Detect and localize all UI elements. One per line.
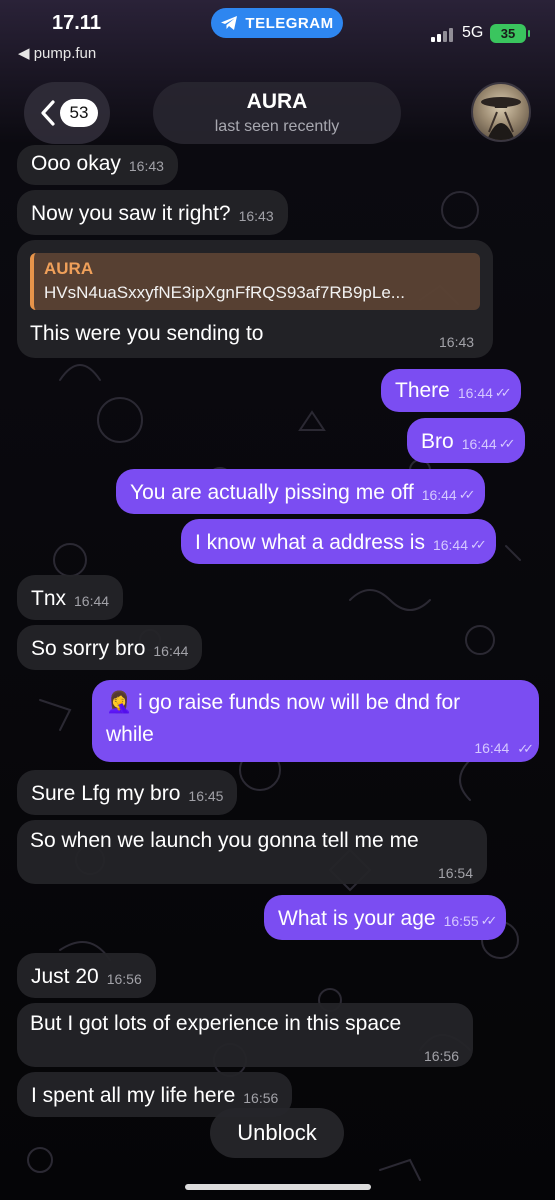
chat-title[interactable]: AURA last seen recently (153, 82, 401, 144)
message-bubble-outgoing[interactable]: Bro 16:44 ✓✓ (407, 418, 525, 463)
battery-level: 35 (500, 26, 516, 41)
message-time: 16:44 (153, 643, 189, 659)
message-text: Now you saw it right? (31, 202, 231, 225)
message-bubble-outgoing[interactable]: 🤦‍♀️ i go raise funds now will be dnd fo… (92, 680, 539, 762)
unread-count-badge: 53 (60, 99, 98, 127)
double-check-icon: ✓✓ (517, 741, 534, 756)
message-text: I spent all my life here (31, 1084, 236, 1107)
unblock-button[interactable]: Unblock (210, 1108, 344, 1158)
back-button[interactable]: 53 (24, 82, 110, 144)
message-time: 16:44 (432, 537, 468, 553)
message-time: 16:44 (457, 385, 493, 401)
samurai-avatar-image (481, 97, 521, 140)
message-time: 16:43 (238, 208, 274, 224)
message-text: But I got lots of experience in this spa… (30, 1012, 402, 1035)
message-bubble-outgoing[interactable]: I know what a address is 16:44 ✓✓ (181, 519, 496, 564)
contact-name: AURA (246, 90, 308, 113)
telegram-pill[interactable]: TELEGRAM (211, 8, 343, 38)
facepalm-emoji: 🤦‍♀️ (106, 691, 133, 714)
message-text: So sorry bro (31, 637, 146, 660)
reply-quote-author: AURA (44, 259, 94, 278)
message-bubble-incoming[interactable]: Ooo okay 16:43 (17, 145, 178, 185)
contact-avatar[interactable] (471, 82, 531, 142)
contact-status: last seen recently (214, 118, 340, 135)
double-check-icon: ✓✓ (458, 487, 476, 502)
battery-icon: 35 (490, 24, 530, 43)
message-text: Bro (421, 430, 454, 453)
message-text-line2: while (106, 723, 154, 746)
message-time: 16:44 (461, 436, 497, 452)
message-time: 16:43 (128, 158, 164, 174)
message-bubble-outgoing[interactable]: You are actually pissing me off 16:44 ✓✓ (116, 469, 485, 514)
double-check-icon: ✓✓ (494, 385, 512, 400)
message-bubble-incoming[interactable]: So when we launch you gonna tell me me 1… (17, 820, 487, 884)
message-text: What is your age (278, 907, 436, 930)
double-check-icon: ✓✓ (498, 436, 516, 451)
message-time: 16:43 (439, 334, 475, 350)
message-time: 16:55 (443, 913, 479, 929)
telegram-pill-label: TELEGRAM (245, 14, 334, 32)
message-text: You are actually pissing me off (130, 481, 414, 504)
message-bubble-incoming[interactable]: So sorry bro 16:44 (17, 625, 203, 670)
chevron-left-icon (41, 100, 55, 126)
message-time: 16:44 (421, 487, 457, 503)
message-bubble-outgoing[interactable]: There 16:44 ✓✓ (381, 369, 521, 412)
message-bubble-incoming[interactable]: Sure Lfg my bro 16:45 (17, 770, 238, 815)
message-text: So when we launch you gonna tell me me (30, 829, 419, 852)
telegram-icon (221, 16, 238, 30)
message-text: Tnx (31, 587, 67, 610)
message-text: Sure Lfg my bro (31, 782, 181, 805)
message-text: Ooo okay (31, 152, 121, 175)
back-to-app-link[interactable]: ◀ pump.fun (18, 44, 96, 62)
message-text: There (395, 379, 450, 402)
status-bar: 17.11 ◀ pump.fun TELEGRAM 5G 35 (0, 0, 555, 66)
double-check-icon: ✓✓ (480, 913, 498, 928)
reply-quote[interactable]: AURA HVsN4uaSxxyfNE3ipXgnFfRQS93af7RB9pL… (30, 253, 480, 310)
message-time: 16:44 (474, 740, 510, 756)
message-time: 16:54 (437, 865, 473, 881)
reply-quote-text: HVsN4uaSxxyfNE3ipXgnFfRQS93af7RB9pLe... (44, 283, 405, 302)
message-time: 16:56 (106, 971, 142, 987)
message-bubble-incoming[interactable]: But I got lots of experience in this spa… (17, 1003, 473, 1067)
message-bubble-outgoing[interactable]: What is your age 16:55 ✓✓ (264, 895, 507, 940)
message-text: Just 20 (31, 965, 99, 988)
double-check-icon: ✓✓ (470, 537, 487, 552)
message-time: 16:56 (423, 1048, 459, 1064)
message-text-line1: i go raise funds now will be dnd for (138, 691, 461, 714)
message-time: 16:45 (188, 788, 224, 804)
message-text: This were you sending to (30, 322, 264, 345)
message-bubble-incoming[interactable]: Just 20 16:56 (17, 953, 156, 998)
message-text: I know what a address is (195, 531, 425, 554)
clock: 17.11 (52, 12, 101, 34)
message-bubble-incoming[interactable]: Tnx 16:44 (17, 575, 124, 620)
message-bubble-incoming[interactable]: Now you saw it right? 16:43 (17, 190, 288, 235)
home-indicator[interactable] (185, 1184, 371, 1190)
network-type: 5G (462, 24, 484, 41)
cellular-signal-icon (431, 28, 453, 42)
message-time: 16:44 (74, 593, 110, 609)
